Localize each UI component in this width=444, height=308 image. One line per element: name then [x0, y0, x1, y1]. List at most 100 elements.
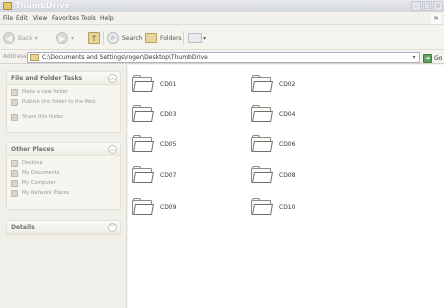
- place-label: My Network Places: [22, 190, 70, 196]
- task-label: Make a new folder: [22, 89, 68, 95]
- folder-item[interactable]: CD10: [251, 196, 341, 218]
- folder-item[interactable]: CD05: [132, 133, 222, 155]
- folder-item[interactable]: CD03: [132, 103, 222, 125]
- folder-name: CD09: [160, 203, 177, 211]
- go-button[interactable]: ➔ Go: [423, 53, 442, 63]
- network-places-icon: [11, 190, 18, 197]
- folder-item[interactable]: CD02: [251, 73, 341, 95]
- folder-icon: [251, 75, 273, 93]
- folder-name: CD05: [160, 140, 177, 148]
- folder-name: CD01: [160, 80, 177, 88]
- panel-header[interactable]: File and Folder Tasks ︿: [7, 72, 120, 85]
- place-label: My Documents: [22, 170, 60, 176]
- folder-item[interactable]: CD06: [251, 133, 341, 155]
- panel-header[interactable]: Details ﹀: [7, 221, 120, 234]
- menu-favorites[interactable]: Favorites: [52, 15, 79, 22]
- folder-up-icon: ↑: [88, 32, 100, 44]
- menu-tools[interactable]: Tools: [81, 15, 96, 22]
- place-my-network-places[interactable]: My Network Places: [11, 190, 116, 199]
- folder-name: CD03: [160, 110, 177, 118]
- go-arrow-icon: ➔: [423, 53, 432, 63]
- search-label: Search: [122, 34, 143, 42]
- task-label: Publish this folder to the Web: [22, 99, 96, 105]
- place-desktop[interactable]: Desktop: [11, 160, 116, 169]
- folders-button[interactable]: Folders: [145, 31, 182, 45]
- folder-icon: [251, 105, 273, 123]
- menu-view[interactable]: View: [33, 15, 47, 22]
- maximize-button[interactable]: □: [422, 1, 432, 11]
- folder-icon: [251, 166, 273, 184]
- views-icon: [188, 33, 202, 43]
- folder-icon: [132, 75, 154, 93]
- folder-icon: [30, 54, 39, 61]
- collapse-chevron-icon[interactable]: ︿: [108, 74, 117, 83]
- task-share-folder[interactable]: Share this folder: [11, 114, 116, 123]
- folder-icon: [251, 198, 273, 216]
- address-bar: Address C:\Documents and Settings\roger\…: [0, 51, 444, 64]
- forward-dropdown-icon[interactable]: ▾: [71, 35, 74, 42]
- search-button[interactable]: ⌕ Search: [107, 31, 143, 45]
- folder-item[interactable]: CD04: [251, 103, 341, 125]
- folder-item[interactable]: CD01: [132, 73, 222, 95]
- collapse-chevron-icon[interactable]: ︿: [108, 145, 117, 154]
- views-dropdown-icon: ▾: [203, 34, 207, 42]
- panel-title: File and Folder Tasks: [11, 75, 83, 82]
- explorer-window: ThumbDrive – □ × File Edit View Favorite…: [0, 0, 444, 308]
- desktop-icon: [11, 160, 18, 167]
- folder-name: CD06: [279, 140, 296, 148]
- file-folder-tasks-panel: File and Folder Tasks ︿ Make a new folde…: [6, 71, 121, 133]
- place-my-computer[interactable]: My Computer: [11, 180, 116, 189]
- menu-file[interactable]: File: [3, 15, 13, 22]
- menu-edit[interactable]: Edit: [16, 15, 28, 22]
- place-label: My Computer: [22, 180, 56, 186]
- back-dropdown-icon[interactable]: ▾: [35, 35, 38, 42]
- task-publish-web[interactable]: Publish this folder to the Web: [11, 99, 116, 113]
- toolbar: ◀ Back ▾ ▶ ▾ ↑ ⌕ Search Folders ▾: [0, 26, 444, 50]
- publish-web-icon: [11, 99, 18, 106]
- views-button[interactable]: ▾: [188, 31, 206, 45]
- menu-help[interactable]: Help: [100, 15, 114, 22]
- folder-view[interactable]: CD01 CD02 CD03 CD04 CD05 CD06 CD07 CD08: [128, 65, 444, 308]
- address-input[interactable]: C:\Documents and Settings\roger\Desktop\…: [27, 52, 420, 63]
- forward-button[interactable]: ▶ ▾: [56, 31, 74, 45]
- folder-icon: [132, 105, 154, 123]
- task-new-folder[interactable]: Make a new folder: [11, 89, 116, 98]
- place-label: Desktop: [22, 160, 43, 166]
- folder-item[interactable]: CD08: [251, 164, 341, 186]
- back-label: Back: [18, 34, 33, 42]
- up-button[interactable]: ↑: [88, 31, 103, 45]
- window-title: ThumbDrive: [15, 1, 70, 10]
- folder-name: CD04: [279, 110, 296, 118]
- folder-icon: [251, 135, 273, 153]
- my-documents-icon: [11, 170, 18, 177]
- folders-icon: [145, 33, 157, 43]
- windows-logo-icon: ⚑: [431, 14, 441, 24]
- search-icon: ⌕: [107, 32, 119, 44]
- address-dropdown-icon[interactable]: ▾: [410, 54, 418, 61]
- folders-label: Folders: [160, 34, 182, 42]
- toolbar-separator: [103, 31, 104, 45]
- folder-icon: [132, 198, 154, 216]
- close-button[interactable]: ×: [433, 1, 443, 11]
- new-folder-icon: [11, 89, 18, 96]
- folder-item[interactable]: CD07: [132, 164, 222, 186]
- panel-title: Other Places: [11, 146, 55, 153]
- back-button[interactable]: ◀ Back ▾: [3, 31, 38, 45]
- task-label: Share this folder: [22, 114, 64, 120]
- panel-header[interactable]: Other Places ︿: [7, 143, 120, 156]
- minimize-button[interactable]: –: [411, 1, 421, 11]
- place-my-documents[interactable]: My Documents: [11, 170, 116, 179]
- address-label: Address: [3, 53, 27, 60]
- forward-arrow-icon: ▶: [56, 32, 68, 44]
- details-panel: Details ﹀: [6, 220, 121, 235]
- panel-title: Details: [11, 224, 35, 231]
- share-folder-icon: [11, 114, 18, 121]
- back-arrow-icon: ◀: [3, 32, 15, 44]
- expand-chevron-icon[interactable]: ﹀: [108, 223, 117, 232]
- address-path: C:\Documents and Settings\roger\Desktop\…: [42, 54, 208, 61]
- folder-name: CD10: [279, 203, 296, 211]
- folder-item[interactable]: CD09: [132, 196, 222, 218]
- menu-bar: File Edit View Favorites Tools Help ⚑: [0, 14, 444, 25]
- title-bar[interactable]: ThumbDrive – □ ×: [0, 0, 444, 12]
- folder-icon: [132, 135, 154, 153]
